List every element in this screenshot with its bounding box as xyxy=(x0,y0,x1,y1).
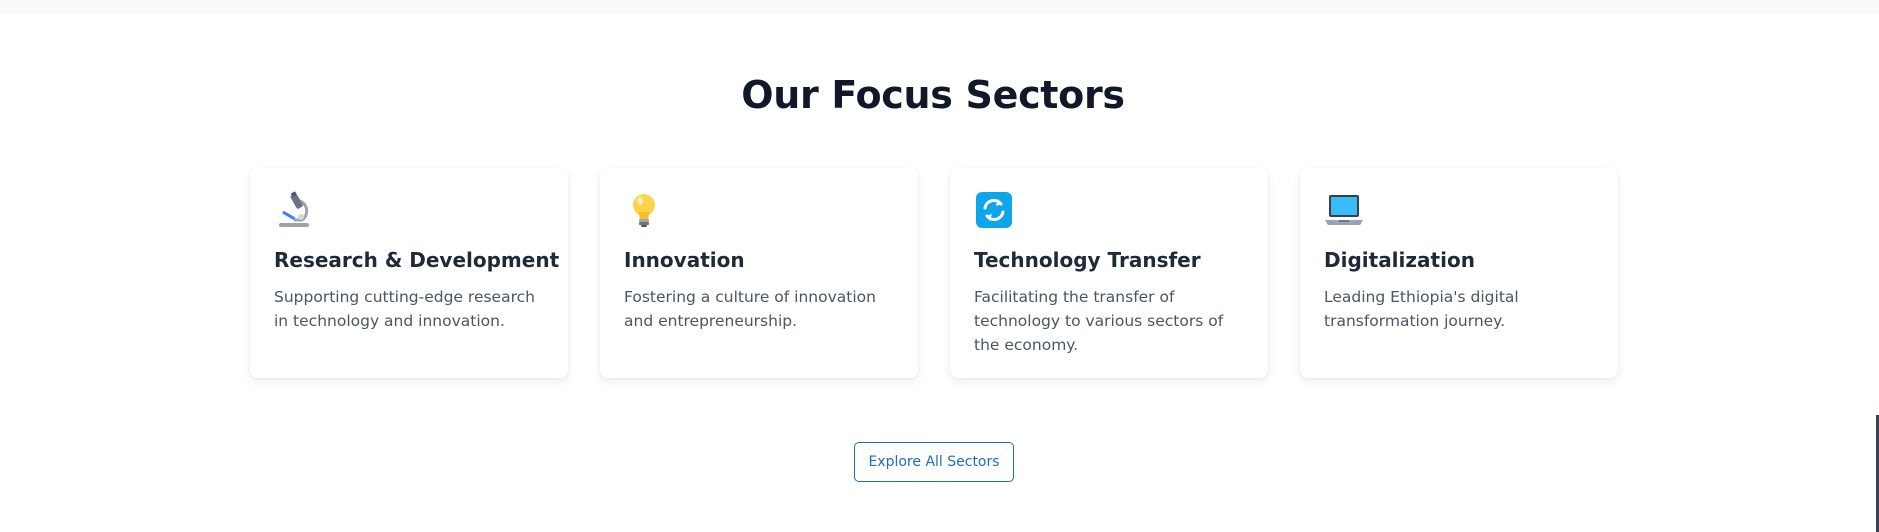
sector-card-digitalization[interactable]: Digitalization Leading Ethiopia's digita… xyxy=(1300,168,1618,378)
card-title: Technology Transfer xyxy=(974,248,1201,272)
sector-card-research[interactable]: Research & Development Supporting cuttin… xyxy=(250,168,568,378)
card-description: Leading Ethiopia's digital transformatio… xyxy=(1324,288,1519,330)
card-description: Facilitating the transfer of technology … xyxy=(974,288,1224,354)
card-title: Digitalization xyxy=(1324,248,1475,272)
refresh-arrows-icon xyxy=(974,190,1014,230)
explore-all-sectors-button[interactable]: Explore All Sectors xyxy=(854,442,1014,482)
card-title: Research & Development xyxy=(274,248,560,272)
sector-card-innovation[interactable]: Innovation Fostering a culture of innova… xyxy=(600,168,918,378)
focus-sectors-section: Our Focus Sectors Research & Development… xyxy=(0,13,1879,532)
card-title: Innovation xyxy=(624,248,745,272)
card-description: Supporting cutting-edge research in tech… xyxy=(274,288,535,330)
laptop-icon xyxy=(1324,190,1364,230)
top-strip xyxy=(0,0,1879,13)
sector-cards: Research & Development Supporting cuttin… xyxy=(250,168,1620,378)
sector-card-technology-transfer[interactable]: Technology Transfer Facilitating the tra… xyxy=(950,168,1268,378)
card-description: Fostering a culture of innovation and en… xyxy=(624,288,876,330)
section-title: Our Focus Sectors xyxy=(741,73,1125,117)
light-bulb-icon xyxy=(624,190,664,230)
microscope-icon xyxy=(274,190,314,230)
